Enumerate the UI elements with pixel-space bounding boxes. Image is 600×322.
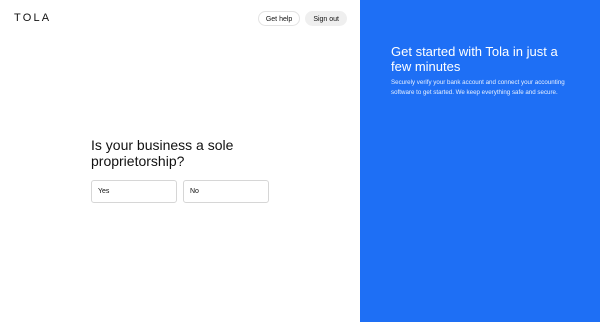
get-help-button[interactable]: Get help — [257, 11, 301, 26]
info-panel-title: Get started with Tola in just a few minu… — [391, 44, 558, 74]
left-panel: TOLA Get help Sign out Is your business … — [0, 0, 360, 322]
sign-out-button[interactable]: Sign out — [305, 11, 347, 26]
header-actions: Get help Sign out — [257, 11, 347, 26]
option-yes-button[interactable]: Yes — [91, 180, 177, 203]
info-panel-description: Securely verify your bank account and co… — [391, 79, 565, 96]
tola-logo: TOLA — [14, 12, 52, 24]
option-no-button[interactable]: No — [183, 180, 269, 203]
question-heading: Is your business a sole proprietorship? — [91, 137, 234, 169]
onboarding-page: TOLA Get help Sign out Is your business … — [0, 0, 600, 322]
info-panel: Get started with Tola in just a few minu… — [360, 0, 600, 322]
answer-options: Yes No — [91, 180, 269, 203]
